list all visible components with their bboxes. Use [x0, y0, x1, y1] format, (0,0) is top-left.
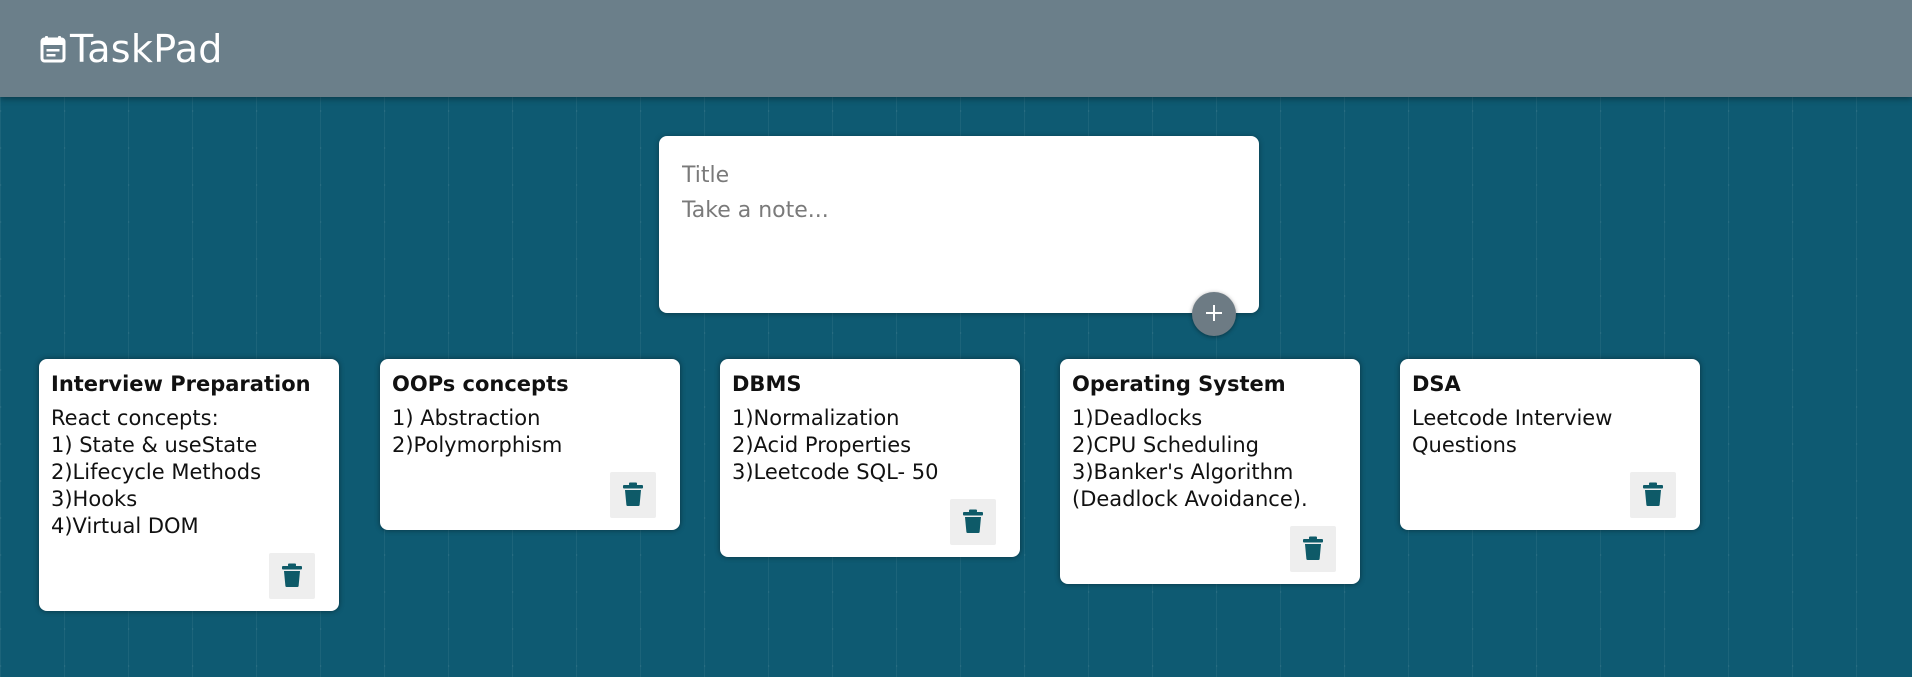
trash-icon [282, 563, 302, 590]
note-line: 4)Virtual DOM [51, 514, 199, 538]
note-line: 2)CPU Scheduling [1072, 433, 1259, 457]
note-calendar-icon [40, 35, 66, 63]
delete-note-button[interactable] [950, 499, 996, 545]
title-input[interactable] [682, 160, 1232, 190]
app-header: TaskPad [0, 0, 1912, 97]
note-card-dbms: DBMS 1)Normalization 2)Acid Properties 3… [720, 359, 1020, 557]
note-line: 1)Normalization [732, 406, 900, 430]
note-line: React concepts: [51, 406, 219, 430]
note-line: 2)Lifecycle Methods [51, 460, 262, 484]
add-note-button[interactable] [1192, 292, 1236, 336]
plus-icon [1204, 303, 1224, 326]
note-line: (Deadlock Avoidance). [1072, 487, 1308, 511]
app-title: TaskPad [70, 26, 223, 71]
note-title: DSA [1412, 372, 1461, 396]
note-card-interview-preparation: Interview Preparation React concepts: 1)… [39, 359, 339, 611]
note-body: React concepts: 1) State & useState 2)Li… [51, 405, 261, 540]
note-title: Interview Preparation [51, 372, 311, 396]
trash-icon [1643, 482, 1663, 509]
note-body: 1)Deadlocks 2)CPU Scheduling 3)Banker's … [1072, 405, 1308, 513]
trash-icon [623, 482, 643, 509]
note-title: DBMS [732, 372, 802, 396]
note-line: 3)Hooks [51, 487, 138, 511]
note-line: 2)Acid Properties [732, 433, 912, 457]
note-line: 1) Abstraction [392, 406, 541, 430]
delete-note-button[interactable] [269, 553, 315, 599]
trash-icon [1303, 536, 1323, 563]
note-line: Leetcode Interview [1412, 406, 1613, 430]
note-line: 1) State & useState [51, 433, 258, 457]
delete-note-button[interactable] [1630, 472, 1676, 518]
note-body: 1) Abstraction 2)Polymorphism [392, 405, 562, 459]
note-card-oops-concepts: OOPs concepts 1) Abstraction 2)Polymorph… [380, 359, 680, 530]
note-line: 3)Leetcode SQL- 50 [732, 460, 939, 484]
note-composer [659, 136, 1259, 313]
note-line: 1)Deadlocks [1072, 406, 1203, 430]
note-title: Operating System [1072, 372, 1286, 396]
note-card-dsa: DSA Leetcode Interview Questions [1400, 359, 1700, 530]
note-title: OOPs concepts [392, 372, 569, 396]
note-body: 1)Normalization 2)Acid Properties 3)Leet… [732, 405, 938, 486]
note-body: Leetcode Interview Questions [1412, 405, 1612, 459]
note-card-operating-system: Operating System 1)Deadlocks 2)CPU Sched… [1060, 359, 1360, 584]
brand: TaskPad [40, 27, 223, 71]
trash-icon [963, 509, 983, 536]
note-line: 2)Polymorphism [392, 433, 563, 457]
delete-note-button[interactable] [1290, 526, 1336, 572]
note-line: Questions [1412, 433, 1517, 457]
delete-note-button[interactable] [610, 472, 656, 518]
note-body-input[interactable] [682, 198, 1232, 288]
note-line: 3)Banker's Algorithm [1072, 460, 1294, 484]
